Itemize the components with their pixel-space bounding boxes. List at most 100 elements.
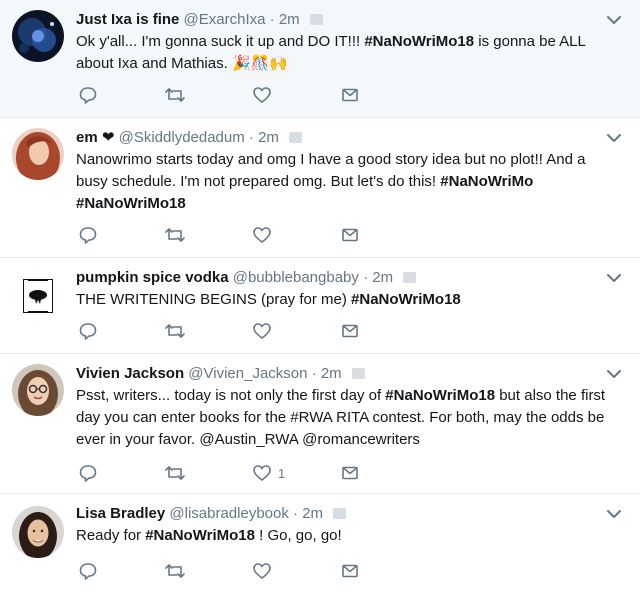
tweet-text-line: Ok y'all... I'm gonna suck it up and DO … [76,33,365,50]
chevron-down-icon[interactable] [606,14,622,26]
media-badge-icon [309,14,323,25]
separator-dot: · [293,505,299,522]
display-name[interactable]: Lisa Bradley [76,505,165,522]
retweet-button[interactable] [164,84,186,106]
envelope-icon [342,88,358,102]
reply-icon [79,563,97,580]
reply-button[interactable] [78,320,98,342]
retweet-icon [165,324,185,338]
tweet[interactable]: em ❤ @Skiddlydedadum · 2m Nanowrimo star… [0,118,640,258]
timestamp[interactable]: 2m [302,505,323,522]
retweet-icon [165,564,185,578]
chevron-down-icon[interactable] [606,508,622,520]
tweet-text-line: is gonna be ALL [474,33,586,50]
avatar[interactable] [12,10,64,62]
like-button[interactable]: 1 [252,462,285,484]
direct-message-button[interactable] [340,560,360,582]
avatar[interactable] [12,506,64,558]
chevron-down-icon[interactable] [606,272,622,284]
hashtag-link[interactable]: #NaNoWriMo18 [385,387,495,404]
reply-icon [79,465,97,482]
timestamp[interactable]: 2m [258,129,279,146]
direct-message-button[interactable] [340,224,360,246]
avatar[interactable] [12,364,64,416]
hashtag-link[interactable]: #NaNoWriMo18 [351,291,461,308]
like-button[interactable] [252,224,272,246]
tweet-actions [78,224,368,246]
user-handle[interactable]: @ExarchIxa [184,11,266,28]
tweet-text: THE WRITENING BEGINS (pray for me) #NaNo… [76,289,626,311]
retweet-icon [165,88,185,102]
timestamp[interactable]: 2m [372,269,393,286]
tweet-actions [78,560,368,582]
media-badge-icon [333,508,347,519]
retweet-button[interactable] [164,462,186,484]
envelope-icon [342,324,358,338]
hashtag-link[interactable]: #NaNoWriMo18 [364,33,474,50]
heart-icon [253,87,271,103]
avatar[interactable] [12,128,64,180]
timestamp[interactable]: 2m [321,365,342,382]
chevron-down-icon[interactable] [606,368,622,380]
direct-message-button[interactable] [340,462,360,484]
tweet[interactable]: Vivien Jackson @Vivien_Jackson · 2m Psst… [0,354,640,494]
reply-button[interactable] [78,462,98,484]
user-handle[interactable]: @Vivien_Jackson [188,365,307,382]
chevron-down-icon[interactable] [606,132,622,144]
heart-icon [253,563,271,579]
hashtag-link[interactable]: #NaNoWriMo [440,173,533,190]
hashtag-link[interactable]: #NaNoWriMo18 [76,195,186,212]
user-handle[interactable]: @bubblebangbaby [233,269,359,286]
eye-logo-avatar-icon [12,270,64,322]
tweet-text-line: THE WRITENING BEGINS (pray for me) [76,291,352,308]
tweet-text-line: about Ixa and Mathias. [76,55,232,72]
reply-icon [79,227,97,244]
retweet-button[interactable] [164,320,186,342]
user-handle[interactable]: @lisabradleybook [169,505,288,522]
retweet-button[interactable] [164,560,186,582]
heart-emoji: ❤ [101,129,115,146]
heart-icon [253,323,271,339]
heart-icon [253,227,271,243]
separator-dot: · [248,129,254,146]
user-handle[interactable]: @Skiddlydedadum [119,129,245,146]
tweet[interactable]: Just Ixa is fine @ExarchIxa · 2m Ok y'al… [0,0,640,118]
display-name[interactable]: Vivien Jackson [76,365,184,382]
tweet-text-line: Psst, writers... today is not only the f… [76,387,386,404]
like-button[interactable] [252,84,272,106]
galaxy-avatar-icon [12,10,64,62]
reply-button[interactable] [78,560,98,582]
avatar[interactable] [12,270,64,322]
hashtag-link[interactable]: #NaNoWriMo18 [145,527,255,544]
reply-icon [79,87,97,104]
reply-button[interactable] [78,224,98,246]
tweet-text-line: day you can enter books for the #RWA RIT… [76,409,605,426]
tweet-text: Ready for #NaNoWriMo18 ! Go, go, go! [76,525,626,547]
direct-message-button[interactable] [340,320,360,342]
tweet[interactable]: pumpkin spice vodka @bubblebangbaby · 2m… [0,258,640,354]
display-name[interactable]: em [76,129,98,146]
reply-icon [79,323,97,340]
like-button[interactable] [252,320,272,342]
retweet-icon [165,228,185,242]
envelope-icon [342,228,358,242]
tweet-actions: 1 [78,462,368,484]
display-name[interactable]: Just Ixa is fine [76,11,179,28]
display-name[interactable]: pumpkin spice vodka [76,269,229,286]
like-button[interactable] [252,560,272,582]
tweet-text: Nanowrimo starts today and omg I have a … [76,149,626,215]
tweet-text-line: but also the first [495,387,606,404]
tweet-actions [78,84,368,106]
direct-message-button[interactable] [340,84,360,106]
tweet[interactable]: Lisa Bradley @lisabradleybook · 2m Ready… [0,494,640,593]
redhead-avatar-icon [12,128,64,180]
tweet-text: Psst, writers... today is not only the f… [76,385,626,451]
timestamp[interactable]: 2m [279,11,300,28]
tweet-text-line: ! Go, go, go! [254,527,342,544]
tweet-text-line: busy schedule. I'm not prepared omg. But… [76,173,441,190]
retweet-button[interactable] [164,224,186,246]
heart-icon [253,465,271,481]
media-badge-icon [289,132,303,143]
media-badge-icon [403,272,417,283]
reply-button[interactable] [78,84,98,106]
